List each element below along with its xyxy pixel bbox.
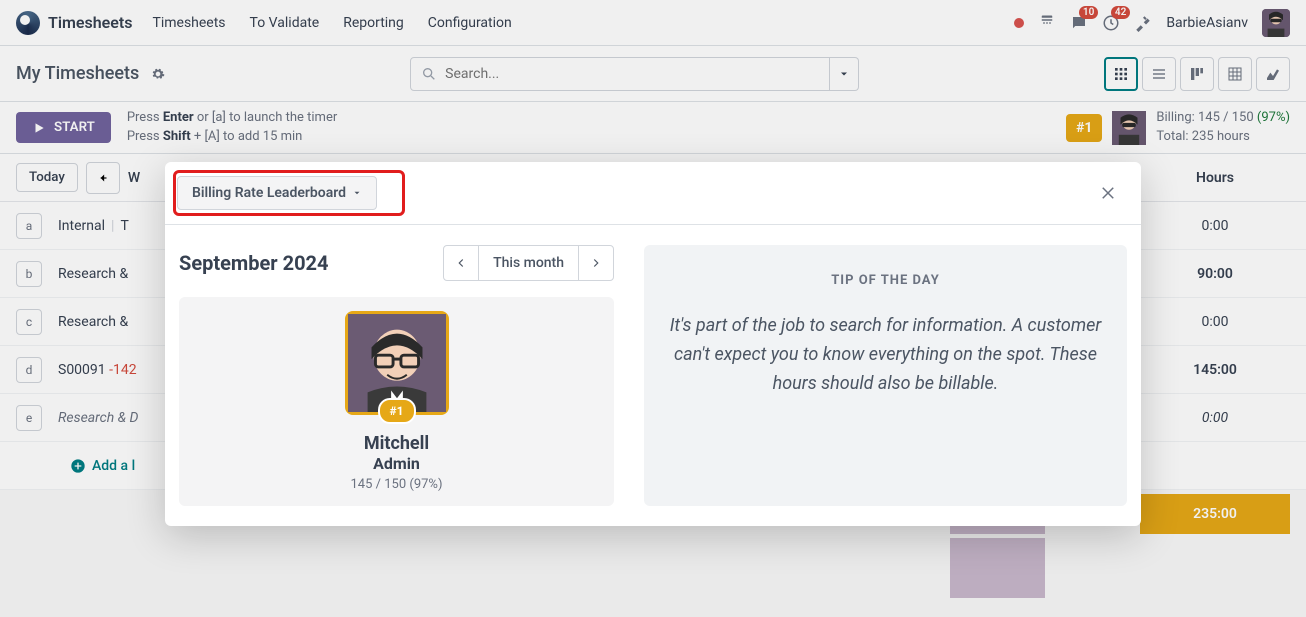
close-button[interactable] — [1091, 180, 1125, 206]
modal-body: September 2024 This month — [165, 225, 1141, 506]
prev-month-button[interactable] — [443, 245, 479, 281]
leader-avatar: #1 — [345, 311, 449, 415]
month-nav-row: September 2024 This month — [179, 245, 614, 281]
leader-stats: 145 / 150 (97%) — [193, 477, 600, 492]
close-icon — [1099, 184, 1117, 202]
tip-title: TIP OF THE DAY — [668, 273, 1103, 288]
leaderboard-toggle[interactable]: Billing Rate Leaderboard — [177, 176, 377, 210]
caret-down-icon — [352, 188, 362, 198]
month-nav: This month — [443, 245, 614, 281]
leader-name: Mitchell — [193, 433, 600, 454]
modal-header: Billing Rate Leaderboard — [165, 162, 1141, 225]
period-label[interactable]: This month — [479, 245, 578, 281]
leader-rank-badge: #1 — [378, 398, 416, 424]
tip-body: It's part of the job to search for infor… — [668, 312, 1103, 398]
chevron-right-icon — [589, 256, 603, 270]
modal-overlay[interactable]: Billing Rate Leaderboard September 2024 … — [0, 0, 1306, 617]
leader-role: Admin — [193, 454, 600, 473]
chevron-left-icon — [454, 256, 468, 270]
leaderboard-toggle-label: Billing Rate Leaderboard — [192, 185, 346, 201]
month-title: September 2024 — [179, 251, 433, 275]
leaderboard-modal: Billing Rate Leaderboard September 2024 … — [165, 162, 1141, 526]
tip-card: TIP OF THE DAY It's part of the job to s… — [644, 245, 1127, 506]
next-month-button[interactable] — [578, 245, 614, 281]
leader-card: #1 Mitchell Admin 145 / 150 (97%) — [179, 297, 614, 506]
